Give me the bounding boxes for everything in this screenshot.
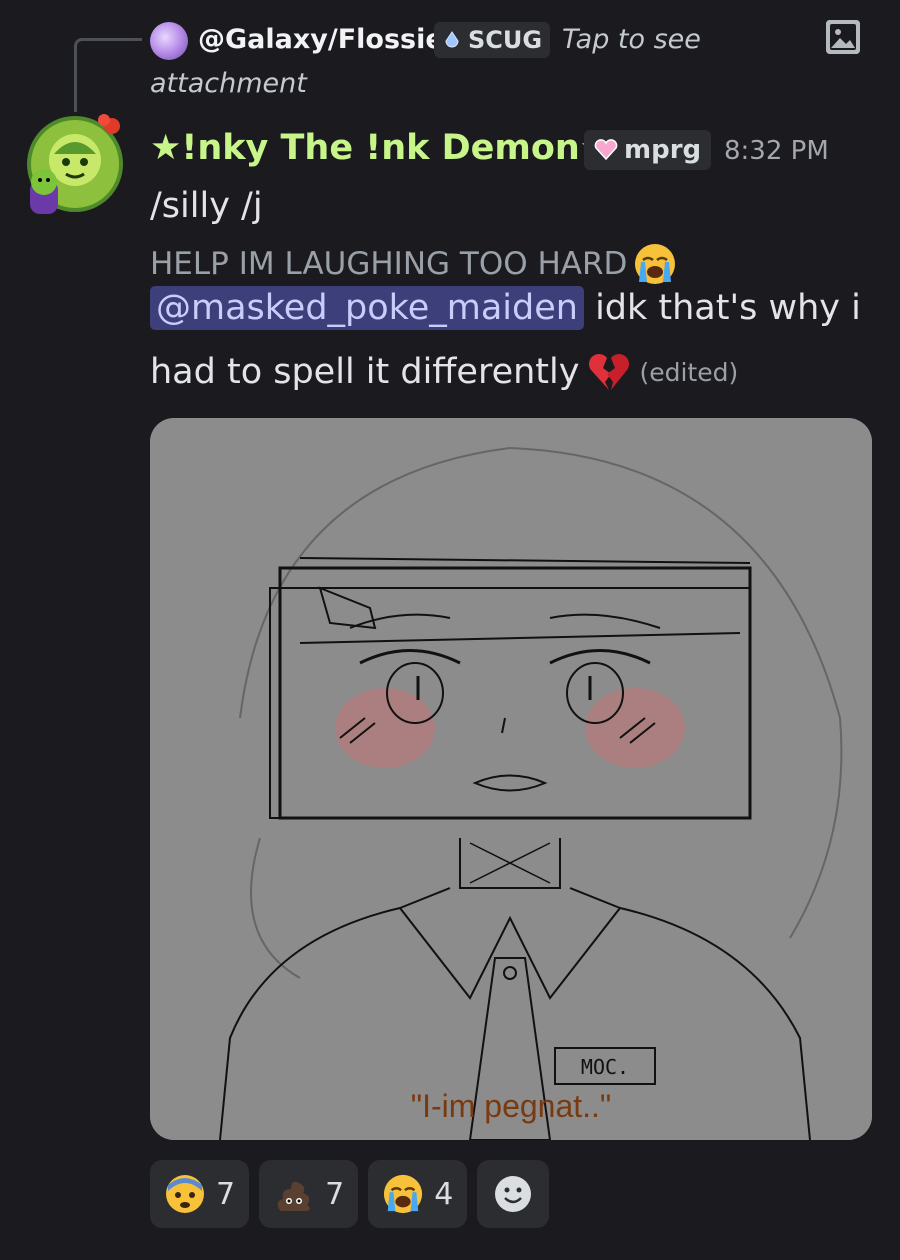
poop-face-icon [277, 1181, 311, 1211]
droplet-icon [445, 31, 459, 48]
server-tag-label: SCUG [468, 26, 543, 54]
user-mention[interactable]: @masked_poke_maiden [150, 286, 584, 330]
role-tag-label: mprg [624, 135, 702, 165]
edited-label: (edited) [639, 357, 739, 387]
image-attachment[interactable]: MOC. "I-im pegnat.." [150, 418, 872, 1140]
message-line-4: had to spell it differently (edited) [150, 350, 738, 394]
reply-avatar[interactable] [150, 22, 188, 60]
reaction-loudly-crying-face[interactable]: 4 [368, 1160, 468, 1228]
message-line-4-text: had to spell it differently [150, 352, 580, 392]
reply-connector [74, 38, 142, 112]
author-name[interactable]: ★!nky The !nk Demon★ [150, 128, 611, 168]
sketch-drawing: MOC. [150, 418, 872, 1140]
reply-preview[interactable]: @Galaxy/Flossie SCUG Tap to see attachme… [150, 22, 900, 102]
message-line-2-text: HELP IM LAUGHING TOO HARD [150, 246, 628, 282]
role-tag-chip[interactable]: mprg [584, 130, 712, 170]
reaction-poop-face[interactable]: 7 [259, 1160, 359, 1228]
smiley-icon [495, 1176, 532, 1212]
reaction-bar: 7 7 4 [150, 1160, 550, 1230]
heart-icon [594, 139, 618, 161]
reaction-count: 4 [434, 1176, 454, 1212]
loudly-crying-face-icon [635, 244, 676, 284]
author-avatar[interactable] [24, 112, 126, 222]
message-line-2: HELP IM LAUGHING TOO HARD [150, 242, 677, 286]
broken-heart-icon [589, 354, 630, 390]
reply-username[interactable]: @Galaxy/Flossie [198, 24, 444, 55]
message-timestamp: 8:32 PM [724, 136, 829, 166]
reaction-count: 7 [325, 1176, 345, 1212]
reaction-anxious-face[interactable]: 7 [150, 1160, 250, 1228]
anxious-face-icon [166, 1175, 204, 1213]
add-reaction-button[interactable] [477, 1160, 550, 1228]
message-line-1: /silly /j [150, 186, 263, 226]
message-line-3: @masked_poke_maiden idk that's why i [150, 286, 861, 330]
message-header: ★!nky The !nk Demon★ mprg 8:32 PM [150, 128, 900, 178]
server-tag-chip[interactable]: SCUG [434, 22, 551, 58]
reaction-count: 7 [216, 1176, 236, 1212]
tap-to-see-text-cont[interactable]: attachment [150, 68, 307, 99]
loudly-crying-face-icon [384, 1174, 423, 1214]
tap-to-see-text[interactable]: Tap to see [562, 24, 701, 55]
message-line-3-text: idk that's why i [583, 288, 861, 328]
image-caption: "I-im pegnat.." [410, 1088, 612, 1124]
image-icon [826, 20, 860, 54]
name-badge-text: MOC. [581, 1055, 629, 1079]
